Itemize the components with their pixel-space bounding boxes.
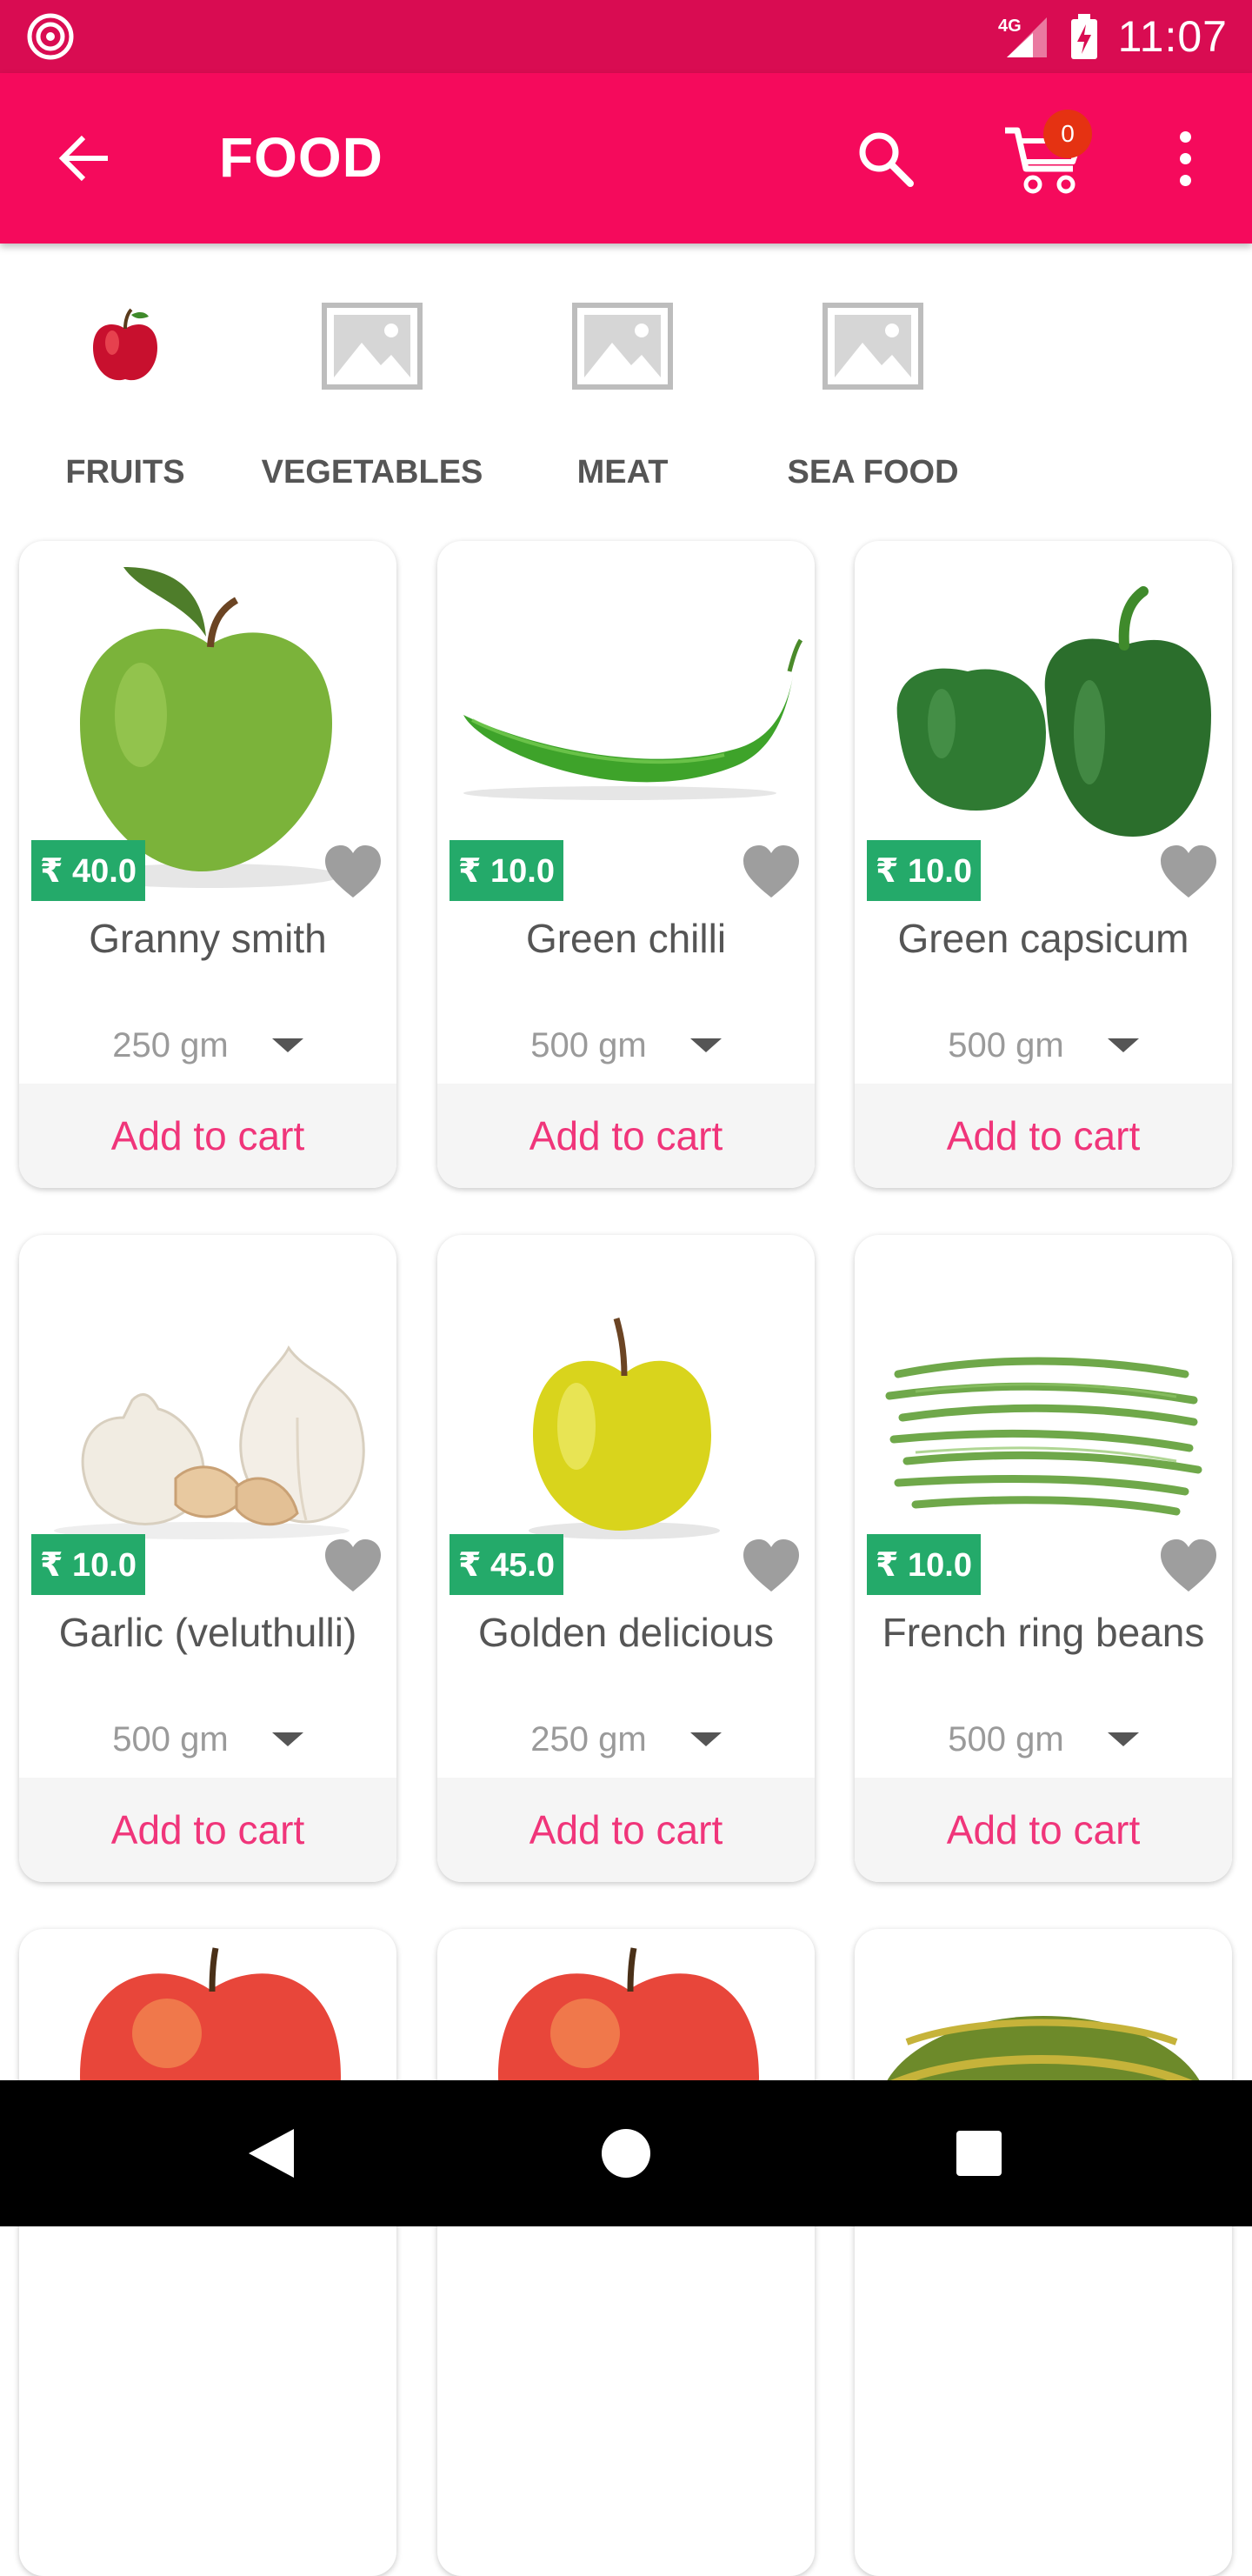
nav-recents-button[interactable] xyxy=(944,2119,1014,2188)
product-name: Garlic (veluthulli) xyxy=(58,1610,357,1655)
product-card[interactable] xyxy=(855,1929,1232,2576)
svg-text:4G: 4G xyxy=(998,17,1022,36)
search-button[interactable] xyxy=(849,122,922,195)
favorite-heart-icon[interactable] xyxy=(323,1538,383,1593)
product-card[interactable]: ₹ 40.0 Granny smith 250 gm Add to cart xyxy=(19,541,396,1188)
product-name: Green chilli xyxy=(525,916,727,961)
favorite-heart-icon[interactable] xyxy=(323,844,383,899)
category-strip: FRUITS VEGETABLES MEAT SEA FOOD xyxy=(0,261,1252,522)
category-label: VEGETABLES xyxy=(261,454,483,491)
product-card[interactable]: ₹ 10.0 Green chilli 500 gm Add to cart xyxy=(437,541,815,1188)
arrow-back-icon xyxy=(58,135,108,182)
image-placeholder-icon xyxy=(320,294,424,398)
category-meat[interactable]: MEAT xyxy=(497,261,748,522)
favorite-heart-icon[interactable] xyxy=(1159,844,1218,899)
price-badge: ₹ 45.0 xyxy=(450,1534,563,1595)
category-vegetables[interactable]: VEGETABLES xyxy=(247,261,497,522)
quantity-value: 500 gm xyxy=(948,1719,1064,1758)
dropdown-arrow-icon xyxy=(1107,1732,1139,1746)
category-label: MEAT xyxy=(576,454,669,491)
status-time: 11:07 xyxy=(1117,12,1228,61)
add-to-cart-button[interactable]: Add to cart xyxy=(437,1778,815,1882)
cart-count-badge: 0 xyxy=(1043,110,1092,158)
overflow-menu-button[interactable] xyxy=(1163,122,1207,195)
quantity-selector[interactable]: 500 gm xyxy=(855,1019,1232,1071)
favorite-heart-icon[interactable] xyxy=(1159,1538,1218,1593)
back-button[interactable] xyxy=(50,123,120,193)
add-to-cart-button[interactable]: Add to cart xyxy=(19,1084,396,1188)
price-badge: ₹ 10.0 xyxy=(31,1534,145,1595)
product-card[interactable]: ₹ 10.0 French ring beans 500 gm Add to c… xyxy=(855,1235,1232,1882)
more-vert-icon xyxy=(1179,130,1191,143)
notification-target-icon xyxy=(26,12,75,61)
product-card[interactable] xyxy=(19,1929,396,2576)
nav-home-button[interactable] xyxy=(591,2119,661,2188)
category-label: SEA FOOD xyxy=(787,454,959,491)
circle-home-icon xyxy=(602,2129,650,2178)
add-to-cart-button[interactable]: Add to cart xyxy=(19,1778,396,1882)
product-name: Golden delicious xyxy=(477,1610,775,1655)
status-bar: 4G 11:07 xyxy=(0,0,1252,73)
price-badge: ₹ 40.0 xyxy=(31,840,145,901)
battery-charging-icon xyxy=(1070,14,1097,59)
quantity-selector[interactable]: 500 gm xyxy=(437,1019,815,1071)
quantity-value: 500 gm xyxy=(112,1719,229,1758)
product-card[interactable]: ₹ 45.0 Golden delicious 250 gm Add to ca… xyxy=(437,1235,815,1882)
quantity-value: 500 gm xyxy=(530,1025,647,1064)
apple-icon xyxy=(73,294,177,398)
triangle-back-icon xyxy=(249,2129,294,2178)
price-badge: ₹ 10.0 xyxy=(867,1534,981,1595)
product-name: Granny smith xyxy=(89,916,327,961)
category-sea-food[interactable]: SEA FOOD xyxy=(748,261,998,522)
favorite-heart-icon[interactable] xyxy=(742,1538,801,1593)
search-icon xyxy=(859,132,914,187)
product-name: Green capsicum xyxy=(897,916,1189,961)
dropdown-arrow-icon xyxy=(689,1038,722,1052)
category-label: FRUITS xyxy=(65,454,185,491)
dropdown-arrow-icon xyxy=(271,1732,303,1746)
square-recents-icon xyxy=(956,2131,1002,2176)
quantity-value: 500 gm xyxy=(948,1025,1064,1064)
category-fruits[interactable]: FRUITS xyxy=(0,261,250,522)
app-bar: FOOD 0 xyxy=(0,73,1252,244)
dropdown-arrow-icon xyxy=(271,1038,303,1052)
product-card[interactable]: ₹ 10.0 Garlic (veluthulli) 500 gm Add to… xyxy=(19,1235,396,1882)
price-badge: ₹ 10.0 xyxy=(867,840,981,901)
quantity-selector[interactable]: 250 gm xyxy=(437,1713,815,1765)
price-badge: ₹ 10.0 xyxy=(450,840,563,901)
nav-back-button[interactable] xyxy=(236,2119,306,2188)
add-to-cart-button[interactable]: Add to cart xyxy=(437,1084,815,1188)
quantity-selector[interactable]: 250 gm xyxy=(19,1019,396,1071)
quantity-value: 250 gm xyxy=(530,1719,647,1758)
quantity-value: 250 gm xyxy=(112,1025,229,1064)
image-placeholder-icon xyxy=(570,294,675,398)
signal-4g-icon: 4G xyxy=(998,17,1047,57)
image-placeholder-icon xyxy=(821,294,925,398)
system-navigation-bar xyxy=(0,2080,1252,2226)
quantity-selector[interactable]: 500 gm xyxy=(855,1713,1232,1765)
product-name: French ring beans xyxy=(882,1610,1205,1655)
page-title: FOOD xyxy=(219,126,383,189)
quantity-selector[interactable]: 500 gm xyxy=(19,1713,396,1765)
add-to-cart-button[interactable]: Add to cart xyxy=(855,1084,1232,1188)
product-card[interactable]: ₹ 10.0 Green capsicum 500 gm Add to cart xyxy=(855,541,1232,1188)
add-to-cart-button[interactable]: Add to cart xyxy=(855,1778,1232,1882)
favorite-heart-icon[interactable] xyxy=(742,844,801,899)
product-card[interactable] xyxy=(437,1929,815,2576)
dropdown-arrow-icon xyxy=(1107,1038,1139,1052)
dropdown-arrow-icon xyxy=(689,1732,722,1746)
